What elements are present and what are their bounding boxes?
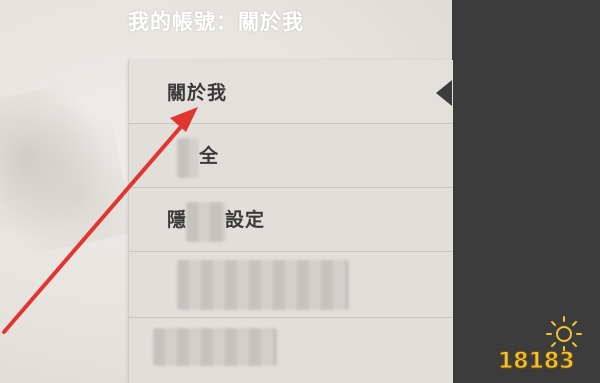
redacted-text: [186, 202, 226, 242]
menu-item-2[interactable]: 全: [129, 124, 453, 188]
menu-item-about-me-label: 關於我: [167, 82, 228, 104]
selection-pointer-notch: [436, 80, 452, 106]
menu-item-3-label-prefix: 隱: [167, 209, 188, 231]
redacted-text: [177, 138, 199, 178]
account-page-title: 我的帳號：關於我: [128, 9, 304, 34]
brush-stroke-decoration: [0, 76, 135, 264]
menu-item-about-me[interactable]: 關於我: [129, 60, 453, 124]
screenshot-stage: 我的帳號：關於我 關於我 全 隱 設定 18183: [0, 0, 600, 383]
account-menu: 關於我 全 隱 設定: [128, 60, 453, 383]
menu-item-5[interactable]: [129, 318, 453, 382]
menu-item-3-label: 設定: [225, 209, 266, 231]
menu-item-2-label: 全: [199, 145, 220, 167]
menu-item-4[interactable]: [129, 252, 453, 318]
sun-icon: [546, 316, 582, 352]
logo-text: 18183: [498, 349, 575, 374]
redacted-text: [177, 260, 349, 310]
redacted-text: [153, 328, 277, 366]
menu-item-3[interactable]: 隱 設定: [129, 188, 453, 252]
18183-logo: 18183: [498, 316, 582, 375]
